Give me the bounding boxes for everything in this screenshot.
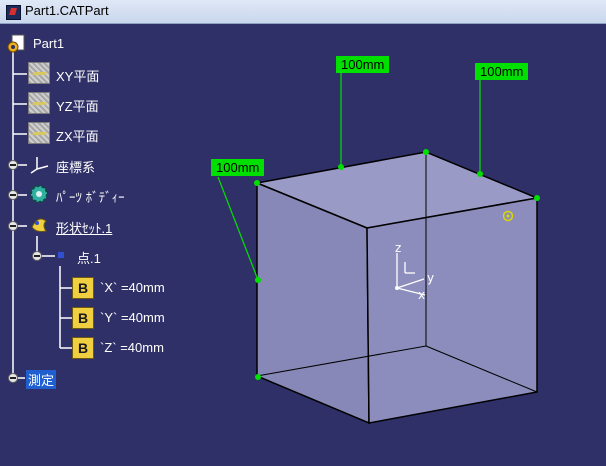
expand-icon[interactable] bbox=[8, 160, 18, 170]
geometrical-set-icon bbox=[28, 213, 50, 235]
dimension-label-width[interactable]: 100mm bbox=[475, 63, 529, 80]
tree-item-yz-plane[interactable]: YZ平面 bbox=[56, 96, 99, 115]
tree-item-point[interactable]: 点.1 bbox=[77, 248, 101, 267]
formula-icon: B bbox=[72, 277, 94, 299]
part-icon[interactable] bbox=[6, 33, 28, 55]
formula-icon: B bbox=[72, 307, 94, 329]
3d-viewport[interactable]: z y x bbox=[0, 25, 606, 466]
collapse-icon[interactable] bbox=[8, 221, 18, 231]
dimension-label-height[interactable]: 100mm bbox=[211, 159, 265, 176]
tree-item-zx-plane[interactable]: ZX平面 bbox=[56, 126, 99, 145]
title-bar: Part1.CATPart bbox=[0, 0, 606, 24]
tree-item-measure[interactable]: 測定 bbox=[26, 370, 57, 389]
tree-root-part1[interactable]: Part1 bbox=[33, 36, 64, 51]
tree-item-param-x[interactable]: `X` =40mm bbox=[100, 280, 165, 295]
part-body-icon bbox=[28, 183, 50, 205]
expand-icon[interactable] bbox=[8, 373, 18, 383]
dimension-label-depth[interactable]: 100mm bbox=[336, 56, 390, 73]
tree-item-param-y[interactable]: `Y` =40mm bbox=[100, 310, 165, 325]
expand-icon[interactable] bbox=[8, 190, 18, 200]
plane-icon bbox=[28, 62, 50, 84]
axis-z-label: z bbox=[395, 241, 401, 255]
axis-x-label: x bbox=[418, 288, 425, 302]
axis-origin bbox=[395, 286, 399, 290]
plane-icon bbox=[28, 92, 50, 114]
cube-right-face[interactable] bbox=[366, 197, 538, 424]
formula-icon: B bbox=[72, 337, 94, 359]
catia-app-icon bbox=[6, 5, 21, 20]
tree-item-axis-system[interactable]: 座標系 bbox=[56, 157, 95, 176]
scene-svg: z y x bbox=[12, 52, 540, 425]
plane-icon bbox=[28, 122, 50, 144]
axis-y-label: y bbox=[427, 271, 434, 285]
window-title: Part1.CATPart bbox=[25, 3, 109, 18]
collapse-icon[interactable] bbox=[32, 251, 42, 261]
axis-system-icon bbox=[28, 153, 50, 175]
tree-item-part-body[interactable]: ﾊﾟｰﾂ ﾎﾞﾃﾞｨｰ bbox=[56, 187, 125, 206]
point-icon bbox=[58, 252, 64, 258]
tree-item-geometrical-set[interactable]: 形状ｾｯﾄ.1 bbox=[56, 218, 112, 237]
tree-item-param-z[interactable]: `Z` =40mm bbox=[100, 340, 164, 355]
tree-item-xy-plane[interactable]: XY平面 bbox=[56, 66, 99, 85]
